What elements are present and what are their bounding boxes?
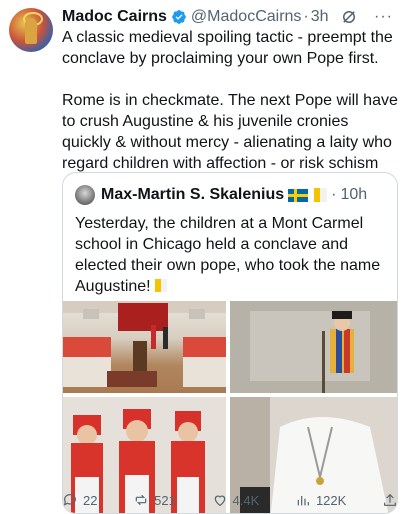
share-button[interactable] xyxy=(382,490,398,510)
tweet-header: Madoc Cairns @MadocCairns · 3h ··· xyxy=(62,6,395,28)
like-button[interactable]: 4.4K xyxy=(212,490,260,510)
quote-time: 10h xyxy=(340,186,368,203)
separator-dot: · xyxy=(303,8,309,25)
quote-header: Max-Martin S. Skalenius · 10h xyxy=(75,185,367,205)
share-icon xyxy=(384,493,396,506)
tweet-time[interactable]: 3h xyxy=(311,8,329,26)
views-button[interactable]: 122K xyxy=(295,490,346,510)
reply-button[interactable]: 22 xyxy=(62,490,97,510)
reply-icon xyxy=(63,494,76,506)
reply-count: 22 xyxy=(83,492,98,508)
vatican-flag-icon xyxy=(154,279,167,292)
verified-badge-icon xyxy=(172,10,186,24)
more-options-icon[interactable]: ··· xyxy=(374,8,393,26)
quoted-tweet[interactable]: Max-Martin S. Skalenius · 10h Yesterday,… xyxy=(62,172,398,514)
repost-button[interactable]: 521 xyxy=(133,490,176,510)
author-name[interactable]: Madoc Cairns xyxy=(62,8,167,26)
tweet-actions: 22 521 4.4K 122K xyxy=(62,490,398,510)
sweden-flag-icon xyxy=(288,188,309,202)
photo-gym-conclave[interactable] xyxy=(63,301,226,393)
header-actions: ··· xyxy=(340,8,393,26)
author-handle[interactable]: @MadocCairns xyxy=(191,8,302,26)
repost-icon xyxy=(135,494,147,506)
avatar[interactable] xyxy=(9,8,53,52)
view-count: 122K xyxy=(315,492,347,508)
tweet-text: A classic medieval spoiling tactic - pre… xyxy=(62,27,398,174)
quote-avatar xyxy=(75,185,95,205)
tweet-paragraph-1: A classic medieval spoiling tactic - pre… xyxy=(62,29,393,67)
media-grid xyxy=(63,301,397,513)
quote-separator-dot: · xyxy=(331,186,337,203)
grok-icon[interactable] xyxy=(340,8,358,26)
vatican-flag-icon xyxy=(314,188,328,202)
quote-text-block: Yesterday, the children at a Mont Carmel… xyxy=(75,213,391,297)
tweet-paragraph-2: Rome is in checkmate. The next Pope will… xyxy=(62,92,398,172)
like-count: 4.4K xyxy=(232,492,260,508)
quote-author-name: Max-Martin S. Skalenius xyxy=(101,186,285,203)
avatar-figure xyxy=(25,18,37,44)
quote-text: Yesterday, the children at a Mont Carmel… xyxy=(75,215,381,295)
repost-count: 521 xyxy=(154,492,176,508)
heart-icon xyxy=(214,495,225,507)
photo-swiss-guard[interactable] xyxy=(230,301,397,393)
views-icon xyxy=(297,496,309,506)
